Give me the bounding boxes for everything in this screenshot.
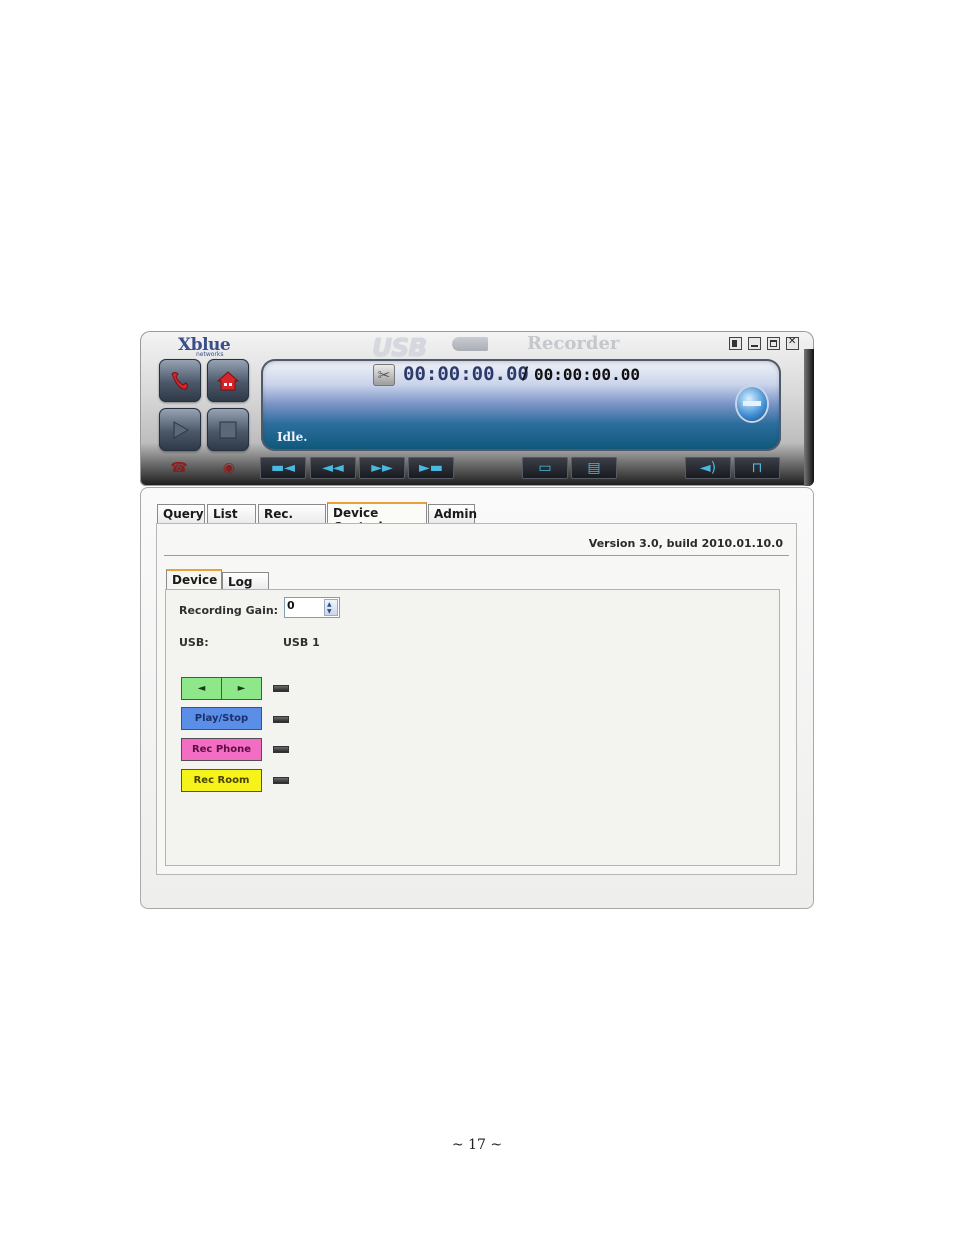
fast-forward-icon: ►► — [371, 460, 393, 476]
chevron-down-icon[interactable]: ▼ — [327, 609, 332, 615]
minimize-button[interactable] — [748, 337, 761, 350]
device-control-page: Version 3.0, build 2010.01.10.0 Device L… — [156, 523, 797, 875]
speaker-icon: ◄) — [699, 460, 717, 476]
play-stop-button[interactable]: Play/Stop — [181, 707, 262, 730]
maximize-button[interactable] — [767, 337, 780, 350]
status-led — [273, 777, 289, 784]
open-folder-button[interactable]: ▭ — [522, 457, 568, 479]
rec-room-button[interactable]: Rec Room — [181, 769, 262, 792]
play-icon — [173, 420, 190, 439]
tab-device-control[interactable]: Device Control — [327, 502, 427, 534]
recording-gain-stepper[interactable]: 0 ▲ ▼ — [284, 597, 340, 618]
house-icon — [216, 370, 240, 390]
status-display: ✂ 00:00:00.00 / 00:00:00.00 Idle. — [261, 359, 781, 451]
save-file-button[interactable]: ▤ — [571, 457, 617, 479]
folder-icon: ▭ — [538, 460, 552, 476]
brand-sub: networks — [196, 351, 224, 358]
recorder-player-bar: Xblue networks USB Recorder ✂ 00:00:00.0… — [140, 331, 814, 486]
display-toggle-icon[interactable] — [737, 387, 767, 421]
product-name: Recorder — [527, 333, 620, 354]
close-button[interactable] — [786, 336, 799, 350]
skip-back-icon: ▬◄ — [271, 460, 295, 476]
skip-forward-button[interactable]: ►▬ — [408, 457, 454, 479]
product-logo: USB — [372, 333, 427, 362]
rewind-button[interactable]: ◄◄ — [310, 457, 356, 479]
status-led — [273, 746, 289, 753]
status-led — [273, 716, 289, 723]
main-panel: Query List Rec. Data Device Control Admi… — [140, 487, 814, 909]
stop-button[interactable] — [207, 408, 249, 451]
status-led — [273, 685, 289, 692]
fast-forward-button[interactable]: ►► — [359, 457, 405, 479]
current-time: 00:00:00.00 — [403, 363, 529, 385]
compact-window-button[interactable] — [729, 337, 742, 350]
headset-indicator-icon: ◉ — [222, 460, 236, 476]
lock-icon: ⊓ — [751, 460, 763, 476]
version-label: Version 3.0, build 2010.01.10.0 — [588, 537, 783, 550]
frame-shade — [804, 349, 814, 486]
tab-admin[interactable]: Admin — [428, 504, 477, 523]
gain-spin-buttons[interactable]: ▲ ▼ — [324, 599, 338, 616]
time-separator: / — [522, 364, 529, 384]
tab-query[interactable]: Query — [157, 504, 205, 523]
recording-gain-value: 0 — [287, 599, 295, 612]
subtab-device[interactable]: Device — [166, 569, 222, 590]
rec-phone-button[interactable]: Rec Phone — [181, 738, 262, 761]
play-button[interactable] — [159, 408, 201, 451]
phone-icon — [171, 371, 188, 390]
total-time: 00:00:00.00 — [534, 365, 640, 384]
usb-value: USB 1 — [283, 636, 320, 649]
phone-indicator-icon: ☎ — [170, 460, 188, 476]
device-subpage: Recording Gain: 0 ▲ ▼ USB: USB 1 ◄ ► Pla… — [165, 589, 780, 866]
file-icon: ▤ — [587, 460, 601, 476]
next-button[interactable]: ► — [221, 677, 262, 700]
lock-button[interactable]: ⊓ — [734, 457, 780, 479]
subtab-log[interactable]: Log — [222, 572, 269, 590]
room-record-button[interactable] — [207, 359, 249, 402]
page-number: ~ 17 ~ — [451, 1137, 503, 1153]
stop-icon — [219, 421, 237, 438]
divider — [164, 555, 789, 556]
previous-button[interactable]: ◄ — [181, 677, 222, 700]
phone-record-button[interactable] — [159, 359, 201, 402]
skip-back-button[interactable]: ▬◄ — [260, 457, 306, 479]
tab-list[interactable]: List — [207, 504, 256, 523]
tab-rec-data[interactable]: Rec. Data — [258, 504, 326, 535]
volume-button[interactable]: ◄) — [685, 457, 731, 479]
status-text: Idle. — [277, 430, 308, 444]
usb-label: USB: — [179, 636, 209, 649]
usb-plug-graphic — [452, 337, 488, 351]
recording-gain-label: Recording Gain: — [179, 604, 279, 617]
skip-forward-icon: ►▬ — [419, 460, 443, 476]
scissors-icon[interactable]: ✂ — [373, 364, 395, 386]
rewind-icon: ◄◄ — [322, 460, 344, 476]
